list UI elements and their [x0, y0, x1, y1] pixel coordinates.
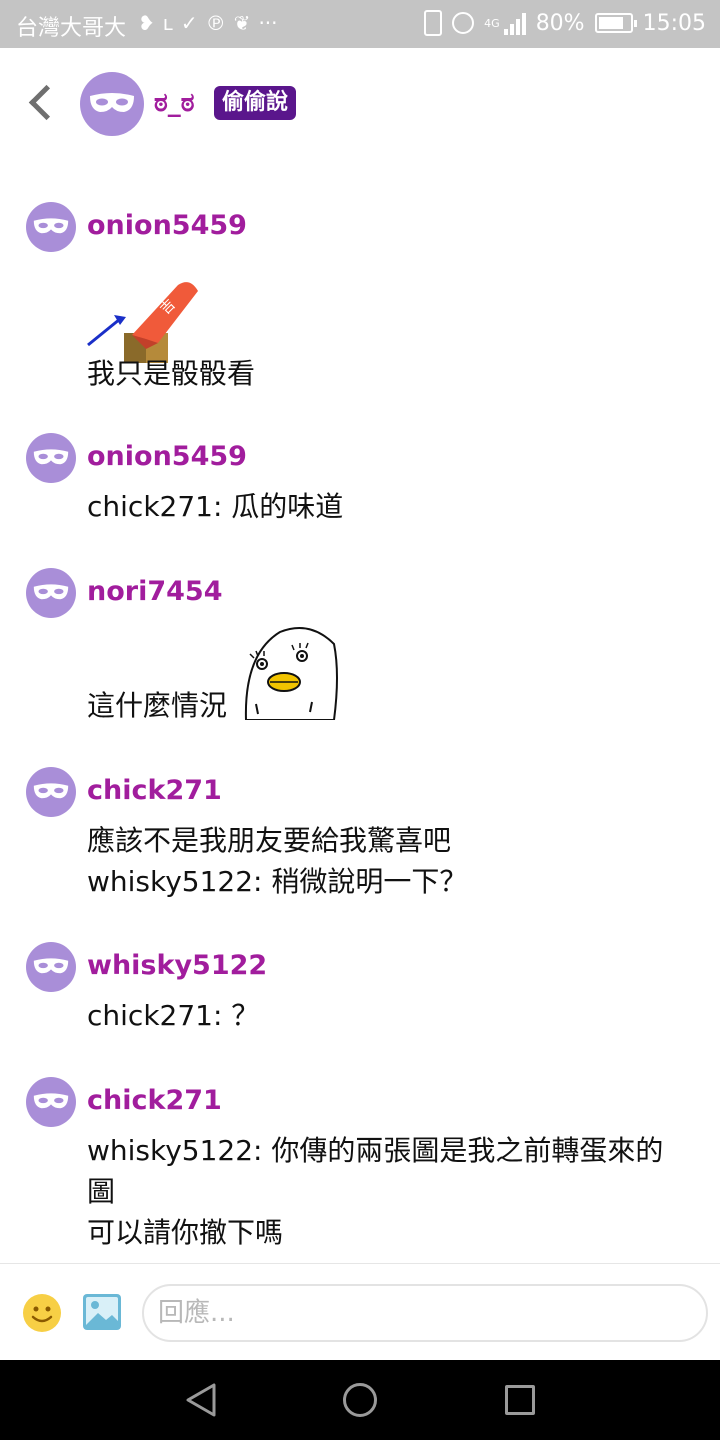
more-icon: ···: [258, 11, 278, 35]
message-username[interactable]: nori7454: [87, 576, 223, 607]
reply-input[interactable]: [142, 1284, 708, 1342]
network-type: 4G: [484, 16, 500, 30]
message-username[interactable]: onion5459: [87, 441, 247, 472]
message-text: 應該不是我朋友要給我驚喜吧: [87, 824, 452, 857]
mask-icon[interactable]: [26, 767, 76, 817]
battery-icon: [594, 13, 637, 33]
duck-face-sticker: [244, 627, 338, 720]
check-download-icon: ✓: [180, 11, 198, 35]
system-nav-bar: [0, 1360, 720, 1440]
square-recents-icon[interactable]: [505, 1385, 535, 1415]
battery-fill: [598, 17, 623, 29]
image-icon[interactable]: [82, 1293, 122, 1331]
message-username[interactable]: chick271: [87, 775, 222, 806]
carrier-name: 台灣大哥大: [16, 16, 127, 41]
signal-icon: [503, 11, 526, 35]
message-username[interactable]: whisky5122: [87, 950, 267, 981]
triangle-back-icon[interactable]: [184, 1382, 218, 1418]
back-button[interactable]: [22, 82, 62, 126]
twitter-icon: ❦: [233, 11, 251, 35]
line-icon: ʟ: [162, 11, 173, 35]
message-item: chick271 whisky5122: 你傳的兩張圖是我之前轉蛋來的 圖 可以…: [0, 1077, 720, 1257]
mask-icon[interactable]: [26, 568, 76, 618]
clock: 15:05: [642, 10, 706, 36]
reply-bar: [0, 1263, 720, 1360]
mask-icon[interactable]: [26, 1077, 76, 1127]
message-text: 圖: [87, 1175, 116, 1208]
message-item: onion5459 吉 我只是骰骰看: [0, 202, 720, 392]
status-bar: 台灣大哥大 ❥ ʟ ✓ ℗ ❦ ··· 4G 80% 15:05: [0, 0, 720, 48]
smiley-icon[interactable]: [22, 1293, 62, 1333]
message-list[interactable]: onion5459 吉 我只是骰骰看 onion5459 chick271: 瓜…: [0, 160, 720, 1263]
message-text: chick271: ？: [87, 999, 260, 1032]
message-text: 我只是骰骰看: [87, 357, 256, 390]
message-text: chick271: 瓜的味道: [87, 490, 344, 523]
message-item: chick271 應該不是我朋友要給我驚喜吧 whisky5122: 稍微說明一…: [0, 767, 720, 907]
mask-icon[interactable]: [26, 942, 76, 992]
notification-icons: ❥ ʟ ✓ ℗ ❦ ···: [138, 8, 278, 38]
anonymous-badge: 偷偷說: [214, 86, 297, 120]
message-text: whisky5122: 稍微說明一下？: [87, 865, 468, 898]
pinterest-icon: ℗: [205, 11, 226, 35]
vibrate-icon: [424, 10, 443, 36]
circle-home-icon[interactable]: [343, 1383, 377, 1417]
message-item: nori7454 這什麼情況: [0, 568, 720, 738]
message-text: 這什麼情況: [87, 689, 228, 722]
chat-header: ಠ_ಠ 偷偷說: [0, 48, 720, 160]
chat-bubble-icon: ❥: [138, 11, 155, 35]
message-item: whisky5122 chick271: ？: [0, 942, 720, 1042]
message-text: 可以請你撤下嗎: [87, 1216, 284, 1249]
alarm-icon: [452, 12, 475, 34]
message-item: onion5459 chick271: 瓜的味道: [0, 433, 720, 533]
status-right: 4G 80% 15:05: [424, 10, 706, 36]
mask-icon[interactable]: [80, 72, 144, 136]
mask-icon[interactable]: [26, 202, 76, 252]
mask-icon[interactable]: [26, 433, 76, 483]
message-username[interactable]: onion5459: [87, 210, 247, 241]
message-username[interactable]: chick271: [87, 1085, 222, 1116]
battery-percent: 80%: [535, 10, 585, 36]
message-text: whisky5122: 你傳的兩張圖是我之前轉蛋來的: [87, 1134, 664, 1167]
chat-display-name: ಠ_ಠ: [154, 88, 195, 118]
